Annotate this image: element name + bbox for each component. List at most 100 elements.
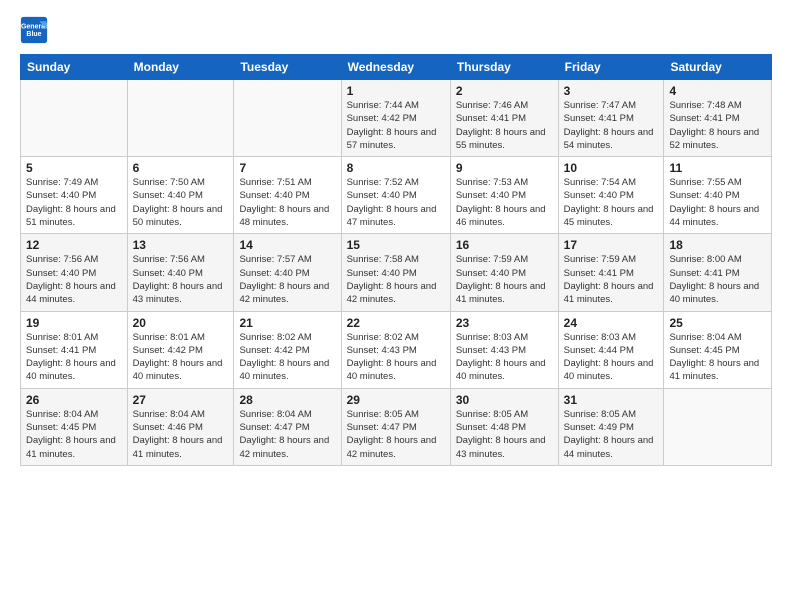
day-cell: 23 Sunrise: 8:03 AMSunset: 4:43 PMDayligh… [450, 311, 558, 388]
day-cell: 21 Sunrise: 8:02 AMSunset: 4:42 PMDayligh… [234, 311, 341, 388]
day-cell: 20 Sunrise: 8:01 AMSunset: 4:42 PMDayligh… [127, 311, 234, 388]
day-number: 23 [456, 316, 553, 330]
day-number: 25 [669, 316, 766, 330]
day-info: Sunrise: 7:46 AMSunset: 4:41 PMDaylight:… [456, 100, 546, 151]
day-number: 28 [239, 393, 335, 407]
calendar-table: SundayMondayTuesdayWednesdayThursdayFrid… [20, 54, 772, 466]
day-info: Sunrise: 8:05 AMSunset: 4:47 PMDaylight:… [347, 409, 437, 460]
day-cell: 6 Sunrise: 7:50 AMSunset: 4:40 PMDaylight… [127, 157, 234, 234]
day-info: Sunrise: 8:03 AMSunset: 4:43 PMDaylight:… [456, 332, 546, 383]
day-cell: 14 Sunrise: 7:57 AMSunset: 4:40 PMDayligh… [234, 234, 341, 311]
logo: General Blue [20, 16, 52, 44]
header-cell-tuesday: Tuesday [234, 55, 341, 80]
calendar-body: 1 Sunrise: 7:44 AMSunset: 4:42 PMDaylight… [21, 80, 772, 466]
week-row-5: 26 Sunrise: 8:04 AMSunset: 4:45 PMDayligh… [21, 388, 772, 465]
day-cell: 11 Sunrise: 7:55 AMSunset: 4:40 PMDayligh… [664, 157, 772, 234]
week-row-1: 1 Sunrise: 7:44 AMSunset: 4:42 PMDaylight… [21, 80, 772, 157]
day-number: 24 [564, 316, 659, 330]
page: General Blue SundayMondayTuesdayWednesda… [0, 0, 792, 612]
day-number: 17 [564, 238, 659, 252]
day-cell: 19 Sunrise: 8:01 AMSunset: 4:41 PMDayligh… [21, 311, 128, 388]
day-info: Sunrise: 8:04 AMSunset: 4:46 PMDaylight:… [133, 409, 223, 460]
day-number: 11 [669, 161, 766, 175]
day-info: Sunrise: 8:02 AMSunset: 4:42 PMDaylight:… [239, 332, 329, 383]
day-info: Sunrise: 7:59 AMSunset: 4:40 PMDaylight:… [456, 254, 546, 305]
day-info: Sunrise: 7:49 AMSunset: 4:40 PMDaylight:… [26, 177, 116, 228]
day-number: 12 [26, 238, 122, 252]
day-number: 10 [564, 161, 659, 175]
day-number: 20 [133, 316, 229, 330]
day-number: 14 [239, 238, 335, 252]
header: General Blue [20, 16, 772, 44]
day-cell: 9Sunrise: 7:53 AMSunset: 4:40 PMDaylight… [450, 157, 558, 234]
header-cell-thursday: Thursday [450, 55, 558, 80]
day-cell: 29 Sunrise: 8:05 AMSunset: 4:47 PMDayligh… [341, 388, 450, 465]
day-info: Sunrise: 8:01 AMSunset: 4:41 PMDaylight:… [26, 332, 116, 383]
logo-icon: General Blue [20, 16, 48, 44]
header-cell-saturday: Saturday [664, 55, 772, 80]
day-number: 8 [347, 161, 445, 175]
day-info: Sunrise: 7:51 AMSunset: 4:40 PMDaylight:… [239, 177, 329, 228]
day-cell: 3Sunrise: 7:47 AMSunset: 4:41 PMDaylight… [558, 80, 664, 157]
day-cell [664, 388, 772, 465]
day-cell [234, 80, 341, 157]
day-cell: 10 Sunrise: 7:54 AMSunset: 4:40 PMDayligh… [558, 157, 664, 234]
day-cell [127, 80, 234, 157]
day-info: Sunrise: 8:04 AMSunset: 4:47 PMDaylight:… [239, 409, 329, 460]
day-cell: 15Sunrise: 7:58 AMSunset: 4:40 PMDayligh… [341, 234, 450, 311]
day-info: Sunrise: 8:03 AMSunset: 4:44 PMDaylight:… [564, 332, 654, 383]
day-cell: 25 Sunrise: 8:04 AMSunset: 4:45 PMDayligh… [664, 311, 772, 388]
day-cell: 28 Sunrise: 8:04 AMSunset: 4:47 PMDayligh… [234, 388, 341, 465]
day-cell: 30 Sunrise: 8:05 AMSunset: 4:48 PMDayligh… [450, 388, 558, 465]
day-info: Sunrise: 8:05 AMSunset: 4:49 PMDaylight:… [564, 409, 654, 460]
day-number: 26 [26, 393, 122, 407]
day-cell: 24 Sunrise: 8:03 AMSunset: 4:44 PMDayligh… [558, 311, 664, 388]
week-row-2: 5 Sunrise: 7:49 AMSunset: 4:40 PMDaylight… [21, 157, 772, 234]
day-info: Sunrise: 7:54 AMSunset: 4:40 PMDaylight:… [564, 177, 654, 228]
header-row: SundayMondayTuesdayWednesdayThursdayFrid… [21, 55, 772, 80]
day-number: 19 [26, 316, 122, 330]
calendar-header: SundayMondayTuesdayWednesdayThursdayFrid… [21, 55, 772, 80]
day-number: 16 [456, 238, 553, 252]
day-cell: 2Sunrise: 7:46 AMSunset: 4:41 PMDaylight… [450, 80, 558, 157]
day-info: Sunrise: 8:04 AMSunset: 4:45 PMDaylight:… [669, 332, 759, 383]
day-info: Sunrise: 8:01 AMSunset: 4:42 PMDaylight:… [133, 332, 223, 383]
day-info: Sunrise: 7:50 AMSunset: 4:40 PMDaylight:… [133, 177, 223, 228]
day-info: Sunrise: 7:56 AMSunset: 4:40 PMDaylight:… [26, 254, 116, 305]
day-number: 1 [347, 84, 445, 98]
day-number: 15 [347, 238, 445, 252]
day-cell: 26 Sunrise: 8:04 AMSunset: 4:45 PMDayligh… [21, 388, 128, 465]
day-number: 5 [26, 161, 122, 175]
day-cell: 17 Sunrise: 7:59 AMSunset: 4:41 PMDayligh… [558, 234, 664, 311]
day-cell: 4Sunrise: 7:48 AMSunset: 4:41 PMDaylight… [664, 80, 772, 157]
day-info: Sunrise: 7:47 AMSunset: 4:41 PMDaylight:… [564, 100, 654, 151]
day-cell [21, 80, 128, 157]
week-row-4: 19 Sunrise: 8:01 AMSunset: 4:41 PMDayligh… [21, 311, 772, 388]
day-cell: 22Sunrise: 8:02 AMSunset: 4:43 PMDayligh… [341, 311, 450, 388]
day-info: Sunrise: 7:55 AMSunset: 4:40 PMDaylight:… [669, 177, 759, 228]
week-row-3: 12 Sunrise: 7:56 AMSunset: 4:40 PMDayligh… [21, 234, 772, 311]
day-number: 6 [133, 161, 229, 175]
day-cell: 31Sunrise: 8:05 AMSunset: 4:49 PMDayligh… [558, 388, 664, 465]
day-info: Sunrise: 7:52 AMSunset: 4:40 PMDaylight:… [347, 177, 437, 228]
day-info: Sunrise: 7:44 AMSunset: 4:42 PMDaylight:… [347, 100, 437, 151]
day-info: Sunrise: 8:04 AMSunset: 4:45 PMDaylight:… [26, 409, 116, 460]
day-number: 22 [347, 316, 445, 330]
day-number: 30 [456, 393, 553, 407]
day-info: Sunrise: 7:53 AMSunset: 4:40 PMDaylight:… [456, 177, 546, 228]
day-cell: 18Sunrise: 8:00 AMSunset: 4:41 PMDayligh… [664, 234, 772, 311]
day-cell: 8 Sunrise: 7:52 AMSunset: 4:40 PMDaylight… [341, 157, 450, 234]
day-cell: 12 Sunrise: 7:56 AMSunset: 4:40 PMDayligh… [21, 234, 128, 311]
day-info: Sunrise: 8:05 AMSunset: 4:48 PMDaylight:… [456, 409, 546, 460]
day-cell: 13Sunrise: 7:56 AMSunset: 4:40 PMDayligh… [127, 234, 234, 311]
day-cell: 16 Sunrise: 7:59 AMSunset: 4:40 PMDayligh… [450, 234, 558, 311]
day-cell: 27Sunrise: 8:04 AMSunset: 4:46 PMDayligh… [127, 388, 234, 465]
day-number: 7 [239, 161, 335, 175]
day-number: 29 [347, 393, 445, 407]
day-info: Sunrise: 7:48 AMSunset: 4:41 PMDaylight:… [669, 100, 759, 151]
day-info: Sunrise: 7:57 AMSunset: 4:40 PMDaylight:… [239, 254, 329, 305]
day-info: Sunrise: 7:59 AMSunset: 4:41 PMDaylight:… [564, 254, 654, 305]
day-number: 21 [239, 316, 335, 330]
header-cell-monday: Monday [127, 55, 234, 80]
day-cell: 5 Sunrise: 7:49 AMSunset: 4:40 PMDaylight… [21, 157, 128, 234]
